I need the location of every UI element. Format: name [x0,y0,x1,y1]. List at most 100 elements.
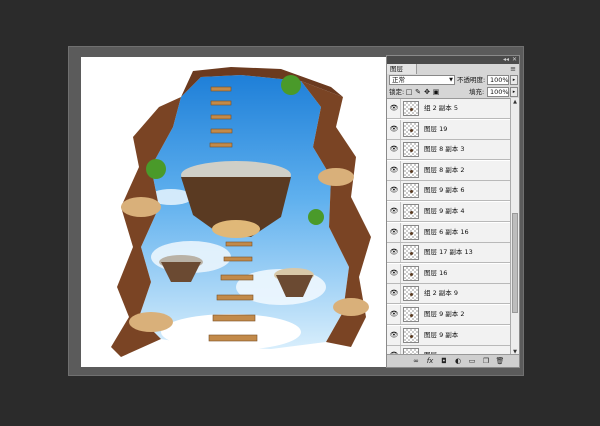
layer-name: 组 2 副本 9 [424,289,458,298]
layer-name: 图层 16 [424,268,448,277]
lock-move-icon[interactable]: ✥ [423,87,431,97]
visibility-eye-icon[interactable]: 👁 [388,140,401,160]
layer-thumbnail [403,327,419,343]
thumbnail-content [410,334,413,338]
artwork-floating-islands [111,67,371,357]
layer-thumbnail [403,286,419,302]
panel-menu-icon[interactable]: ≡ [510,64,516,74]
visibility-eye-icon[interactable]: 👁 [388,243,401,263]
sandy-plate [121,197,161,217]
layer-thumbnail [403,183,419,199]
visibility-eye-icon[interactable]: 👁 [388,181,401,201]
visibility-eye-icon[interactable]: 👁 [388,202,401,221]
layer-row[interactable]: 👁 组 2 副本 9 [387,284,510,305]
collapse-icon[interactable]: ◂◂ [503,56,509,64]
thumbnail-content [410,128,413,132]
lock-fill-row: 锁定: □ ✎ ✥ ▣ 填充: 100% ▸ [389,87,518,98]
layer-row[interactable]: 👁 图层 8 副本 2 [387,160,510,181]
scroll-thumb[interactable] [512,213,518,313]
adjustment-icon[interactable]: ◐ [453,356,463,366]
layer-row[interactable]: 👁 图层 9 副本 2 [387,305,510,325]
visibility-eye-icon[interactable]: 👁 [388,119,401,139]
tab-layers[interactable]: 图层 [387,64,417,74]
lock-label: 锁定: [389,88,405,96]
scroll-up-icon[interactable]: ▲ [511,98,519,106]
visibility-eye-icon[interactable]: 👁 [388,263,401,283]
visibility-eye-icon[interactable]: 👁 [388,99,401,118]
layer-thumbnail [403,162,419,178]
visibility-eye-icon[interactable]: 👁 [388,305,401,324]
thumbnail-content [410,231,413,235]
thumbnail-content [410,190,413,194]
thumbnail-content [410,108,413,111]
visibility-eye-icon[interactable]: 👁 [388,222,401,242]
tree [281,75,301,95]
link-icon[interactable]: ∞ [411,356,421,366]
new-layer-icon[interactable]: ❐ [481,356,491,366]
blend-opacity-row: 正常 ▼ 不透明度: 100% ▸ [389,75,518,86]
lock-all-icon[interactable]: ▣ [432,87,440,97]
lock-transparent-icon[interactable]: □ [405,87,413,97]
fx-icon[interactable]: fx [425,356,435,366]
layers-panel: ◂◂ ✕ 图层 ≡ 正常 ▼ 不透明度: 100% ▸ 锁定: □ ✎ ✥ ▣ … [386,55,520,368]
blend-mode-dropdown[interactable]: 正常 ▼ [389,75,455,85]
fill-field[interactable]: 100% [487,87,509,97]
document-canvas[interactable] [81,57,396,367]
thumbnail-content [410,314,413,317]
layer-thumbnail [403,101,419,116]
layer-row[interactable]: 👁 图层 8 副本 3 [387,140,510,161]
trash-icon[interactable]: 🗑 [495,356,505,366]
panel-footer: ∞ fx ◘ ◐ ▭ ❐ 🗑 [387,354,519,367]
layer-list: 👁 组 2 副本 5 👁 图层 19 👁 图层 8 副本 3 👁 图层 8 副本 2 👁 图层 9… [387,98,510,357]
layer-thumbnail [403,204,419,219]
layer-row[interactable]: 👁 组 2 副本 5 [387,99,510,119]
folder-icon[interactable]: ▭ [467,356,477,366]
mask-icon[interactable]: ◘ [439,356,449,366]
layer-row[interactable]: 👁 图层 6 副本 16 [387,222,510,243]
sandy-plate [129,312,173,332]
layer-row[interactable]: 👁 图层 17 副本 13 [387,243,510,264]
visibility-eye-icon[interactable]: 👁 [388,325,401,345]
thumbnail-content [410,252,413,256]
opacity-arrow-button[interactable]: ▸ [510,75,518,85]
layer-list-scrollbar[interactable]: ▲ ▼ [510,98,519,356]
layer-thumbnail [403,224,419,240]
layer-row[interactable]: 👁 图层 9 副本 [387,325,510,346]
chevron-down-icon: ▼ [449,77,453,83]
layer-thumbnail [403,307,419,322]
layer-name: 图层 8 副本 3 [424,145,465,154]
opacity-label: 不透明度: [457,76,486,84]
layer-name: 图层 9 副本 [424,330,459,339]
opacity-field[interactable]: 100% [487,75,509,85]
lock-paint-icon[interactable]: ✎ [414,87,422,97]
layer-name: 图层 9 副本 6 [424,186,465,195]
layer-name: 图层 17 副本 13 [424,248,473,257]
layer-row[interactable]: 👁 图层 16 [387,263,510,284]
thumbnail-content [410,293,413,297]
layer-row[interactable]: 👁 图层 19 [387,119,510,140]
layer-name: 图层 19 [424,124,448,133]
layer-row[interactable]: 👁 图层 9 副本 6 [387,181,510,202]
thumbnail-content [410,211,413,214]
thumbnail-content [410,169,413,173]
tree [308,209,324,225]
layer-thumbnail [403,121,419,137]
close-icon[interactable]: ✕ [512,56,517,64]
sandy-plate [318,168,354,186]
blend-mode-value: 正常 [392,76,405,84]
fill-label: 填充: [469,88,485,96]
layer-thumbnail [403,142,419,158]
layer-row[interactable]: 👁 图层 9 副本 4 [387,202,510,222]
layer-thumbnail [403,245,419,261]
visibility-eye-icon[interactable]: 👁 [388,160,401,180]
fill-arrow-button[interactable]: ▸ [510,87,518,97]
sandy-plate [333,298,369,316]
thumbnail-content [410,149,413,153]
visibility-eye-icon[interactable]: 👁 [388,284,401,304]
layer-name: 组 2 副本 5 [424,104,458,112]
panel-titlebar: ◂◂ ✕ [387,56,519,64]
tree [146,159,166,179]
layer-name: 图层 6 副本 16 [424,227,469,236]
thumbnail-content [410,272,413,276]
layer-thumbnail [403,265,419,281]
